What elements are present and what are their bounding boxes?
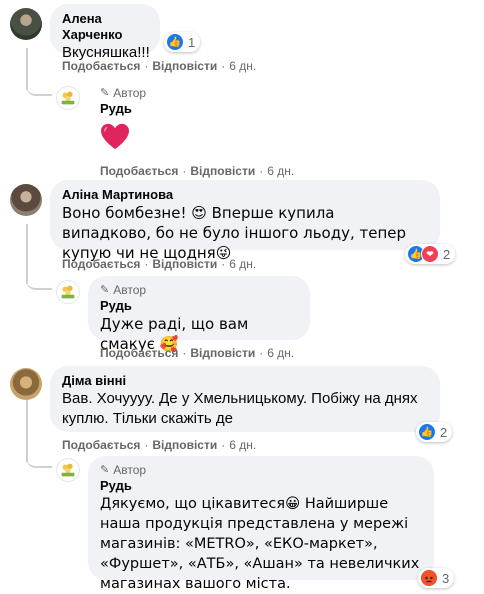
like-button[interactable]: Подобається (62, 59, 140, 73)
author-badge: ✎ Автор (100, 463, 147, 477)
comment-author[interactable]: Рудь (100, 478, 422, 494)
reply-bubble: ✎ Автор Рудь (100, 86, 220, 151)
brand-logo (61, 285, 75, 299)
brand-logo (61, 91, 75, 105)
comment-text: Воно бомбезне! 😍 Вперше купила випадково… (62, 204, 407, 262)
comment-author[interactable]: Рудь (100, 101, 220, 117)
comment-author[interactable]: Рудь (100, 298, 298, 314)
reaction-summary[interactable]: 👍 2 (416, 422, 453, 442)
avatar[interactable] (10, 368, 42, 400)
reaction-summary[interactable]: 👍 ❤ 2 (405, 244, 456, 264)
timestamp[interactable]: 6 дн. (267, 346, 294, 360)
pen-icon: ✎ (100, 87, 110, 99)
thread-curve (26, 452, 52, 468)
comment-author[interactable]: Діма вінні (62, 373, 428, 389)
comment-text: Вав. Хочуууу. Де у Хмельницькому. Побіжу… (62, 390, 418, 427)
page-avatar[interactable] (56, 280, 80, 304)
comment-bubble: Діма вінні Вав. Хочуууу. Де у Хмельницьк… (50, 366, 440, 432)
reply-button[interactable]: Відповісти (152, 59, 217, 73)
reply-button[interactable]: Відповісти (190, 346, 255, 360)
comment-actions: Подобається · Відповісти · 6 дн. (100, 164, 295, 178)
avatar[interactable] (10, 184, 42, 216)
timestamp[interactable]: 6 дн. (229, 59, 256, 73)
like-button[interactable]: Подобається (62, 438, 140, 452)
comment-actions: Подобається · Відповісти · 6 дн. (62, 438, 257, 452)
thread-curve (26, 274, 52, 290)
reaction-summary[interactable]: 3 (418, 568, 455, 588)
reaction-count: 2 (443, 246, 451, 262)
thread-curve (26, 80, 52, 96)
page-avatar[interactable] (56, 458, 80, 482)
reply-button[interactable]: Відповісти (152, 438, 217, 452)
angry-icon (420, 569, 438, 587)
like-button[interactable]: Подобається (100, 164, 178, 178)
comment-bubble: Аліна Мартинова Воно бомбезне! 😍 Вперше … (50, 180, 440, 262)
like-button[interactable]: Подобається (100, 346, 178, 360)
comment-author[interactable]: Алена Харченко (62, 11, 148, 43)
comment-text: Дякуємо, що цікавитеся😀 Найширше наша пр… (100, 496, 420, 592)
pen-icon: ✎ (100, 464, 110, 476)
avatar[interactable] (10, 8, 42, 40)
like-icon: 👍 (166, 33, 184, 51)
timestamp[interactable]: 6 дн. (229, 438, 256, 452)
page-avatar[interactable] (56, 86, 80, 110)
like-button[interactable]: Подобається (62, 257, 140, 271)
reaction-count: 1 (188, 34, 196, 50)
comment-actions: Подобається · Відповісти · 6 дн. (100, 346, 295, 360)
timestamp[interactable]: 6 дн. (229, 257, 256, 271)
author-badge: ✎ Автор (100, 86, 147, 100)
timestamp[interactable]: 6 дн. (267, 164, 294, 178)
comment-actions: Подобається · Відповісти · 6 дн. (62, 59, 257, 73)
love-icon: ❤ (421, 245, 439, 263)
reply-bubble: ✎ Автор Рудь Дуже раді, що вам смакує 🥰 (88, 276, 310, 353)
like-icon: 👍 (418, 423, 436, 441)
reply-button[interactable]: Відповісти (152, 257, 217, 271)
reaction-count: 2 (440, 424, 448, 440)
comment-author[interactable]: Аліна Мартинова (62, 187, 428, 203)
comment-actions: Подобається · Відповісти · 6 дн. (62, 257, 257, 271)
reply-button[interactable]: Відповісти (190, 164, 255, 178)
reaction-count: 3 (442, 570, 450, 586)
reply-bubble: ✎ Автор Рудь Дякуємо, що цікавитеся😀 Най… (88, 456, 434, 592)
pen-icon: ✎ (100, 284, 110, 296)
brand-logo (61, 463, 75, 477)
comment-bubble: Алена Харченко Вкусняшка!!! (50, 4, 160, 61)
author-badge: ✎ Автор (100, 283, 147, 297)
reaction-summary[interactable]: 👍 1 (164, 32, 201, 52)
heart-icon (101, 123, 129, 150)
